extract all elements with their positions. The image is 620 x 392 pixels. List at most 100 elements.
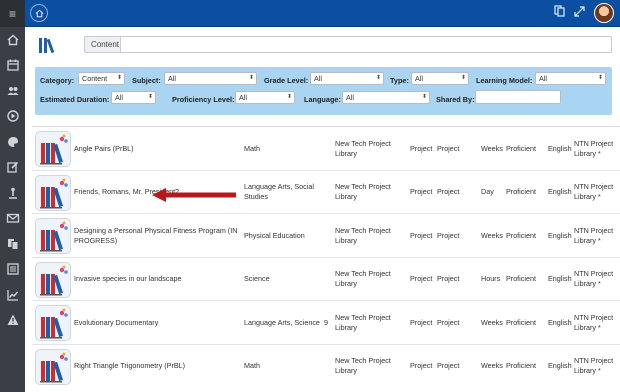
result-shared: NTN Project Library * xyxy=(574,225,614,245)
result-proficiency: Proficient xyxy=(506,361,536,370)
result-row[interactable]: Friends, Romans, Mr. President? Language … xyxy=(32,169,620,214)
subject-value: All xyxy=(168,74,176,83)
result-row[interactable]: Evolutionary Documentary Language Arts, S… xyxy=(32,300,620,344)
search-input[interactable] xyxy=(120,36,612,53)
library-book-icon[interactable] xyxy=(35,131,71,167)
proficiency-level-value: All xyxy=(239,93,247,102)
estimated-duration-value: All xyxy=(115,93,123,102)
result-title[interactable]: Right Triangle Trigonometry (PrBL) xyxy=(74,361,242,371)
result-proficiency: Proficient xyxy=(506,317,536,327)
result-subject: Math xyxy=(244,143,260,153)
result-row[interactable]: Invasive species in our landscape Science… xyxy=(32,256,620,301)
proficiency-level-label: Proficiency Level: xyxy=(172,95,235,104)
library-book-icon[interactable] xyxy=(35,261,71,298)
result-proficiency: Proficient xyxy=(506,143,536,153)
sidebar: ≡ xyxy=(0,0,25,392)
subject-select[interactable]: All ⬍ xyxy=(164,72,257,85)
learning-model-select[interactable]: All ⬍ xyxy=(535,72,606,85)
category-select[interactable]: Content ⬍ xyxy=(78,72,125,85)
caret-icon: ⬍ xyxy=(460,75,466,81)
expand-icon[interactable] xyxy=(574,4,585,22)
result-title[interactable]: Invasive species in our landscape xyxy=(74,274,242,284)
subject-label: Subject: xyxy=(132,76,161,85)
upload-icon[interactable] xyxy=(0,180,25,206)
result-title[interactable]: Designing a Personal Physical Fitness Pr… xyxy=(74,226,242,246)
language-label: Language: xyxy=(304,95,341,104)
filter-panel: Category: Content ⬍ Subject: All ⬍ Grade L… xyxy=(35,67,612,115)
result-row[interactable]: Angle Pairs (PrBL) Math New Tech Project L… xyxy=(32,126,620,170)
result-type: Project xyxy=(410,274,433,283)
result-shared: NTN Project Library * xyxy=(574,312,614,332)
edit-icon[interactable] xyxy=(0,155,25,181)
home-icon[interactable] xyxy=(0,27,25,53)
warning-icon[interactable] xyxy=(0,308,25,334)
mail-icon[interactable] xyxy=(0,206,25,232)
people-icon[interactable] xyxy=(0,78,25,104)
type-label: Type: xyxy=(390,76,409,85)
result-model: Project xyxy=(437,274,460,283)
grade-level-select[interactable]: All ⬍ xyxy=(310,72,384,85)
caret-icon: ⬍ xyxy=(421,94,427,100)
chart-icon[interactable] xyxy=(0,282,25,308)
result-duration: Weeks xyxy=(481,361,503,370)
result-library: New Tech Project Library xyxy=(335,312,391,332)
calendar-icon[interactable] xyxy=(0,53,25,79)
learning-model-label: Learning Model: xyxy=(476,76,533,85)
result-proficiency: Proficient xyxy=(506,274,536,283)
language-select[interactable]: All ⬍ xyxy=(342,91,430,104)
copy-icon[interactable] xyxy=(554,4,565,22)
result-model: Project xyxy=(437,317,460,327)
result-duration: Weeks xyxy=(481,317,503,327)
caret-icon: ⬍ xyxy=(147,94,153,100)
estimated-duration-select[interactable]: All ⬍ xyxy=(111,91,156,104)
user-avatar[interactable] xyxy=(594,3,614,23)
category-value: Content xyxy=(82,74,108,83)
result-shared: NTN Project Library * xyxy=(574,182,614,201)
documents-icon[interactable] xyxy=(0,231,25,257)
library-book-icon[interactable] xyxy=(35,305,71,341)
result-row[interactable]: Designing a Personal Physical Fitness Pr… xyxy=(32,213,620,257)
result-subject: Language Arts, Science xyxy=(244,317,320,327)
palette-icon[interactable] xyxy=(0,129,25,155)
result-subject: Physical Education xyxy=(244,230,305,240)
results-list: Angle Pairs (PrBL) Math New Tech Project L… xyxy=(32,126,620,387)
result-subject: Language Arts, Social Studies xyxy=(244,182,314,201)
type-select[interactable]: All ⬍ xyxy=(411,72,469,85)
result-duration: Hours xyxy=(481,274,501,283)
result-library: New Tech Project Library xyxy=(335,182,391,201)
list-icon[interactable] xyxy=(0,257,25,283)
result-type: Project xyxy=(410,230,433,240)
shared-by-input[interactable] xyxy=(475,90,561,104)
search-row: Content xyxy=(25,27,620,63)
result-proficiency: Proficient xyxy=(506,187,536,196)
result-title[interactable]: Angle Pairs (PrBL) xyxy=(74,144,242,154)
language-value: All xyxy=(346,93,354,102)
result-library: New Tech Project Library xyxy=(335,225,391,245)
result-row[interactable]: Right Triangle Trigonometry (PrBL) Math Ne… xyxy=(32,343,620,388)
result-library: New Tech Project Library xyxy=(335,356,391,375)
result-duration: Weeks xyxy=(481,143,503,153)
result-model: Project xyxy=(437,143,460,153)
result-shared: NTN Project Library * xyxy=(574,269,614,288)
menu-toggle-icon[interactable]: ≡ xyxy=(0,0,25,27)
category-label: Category: xyxy=(40,76,75,85)
library-book-icon[interactable] xyxy=(35,218,71,254)
library-book-icon[interactable] xyxy=(35,348,71,385)
result-type: Project xyxy=(410,187,433,196)
play-circle-icon[interactable] xyxy=(0,104,25,130)
proficiency-level-select[interactable]: All ⬍ xyxy=(235,91,295,104)
caret-icon: ⬍ xyxy=(375,75,381,81)
result-title[interactable]: Evolutionary Documentary xyxy=(74,318,242,328)
result-subject: Science xyxy=(244,274,270,283)
result-type: Project xyxy=(410,361,433,370)
caret-icon: ⬍ xyxy=(248,75,254,81)
result-duration: Day xyxy=(481,187,494,196)
result-library: New Tech Project Library xyxy=(335,138,391,158)
result-model: Project xyxy=(437,187,460,196)
home-icon[interactable] xyxy=(30,4,48,22)
learning-model-value: All xyxy=(539,74,547,83)
caret-icon: ⬍ xyxy=(286,94,292,100)
result-model: Project xyxy=(437,361,460,370)
library-book-icon[interactable] xyxy=(35,174,71,211)
result-library: New Tech Project Library xyxy=(335,269,391,288)
